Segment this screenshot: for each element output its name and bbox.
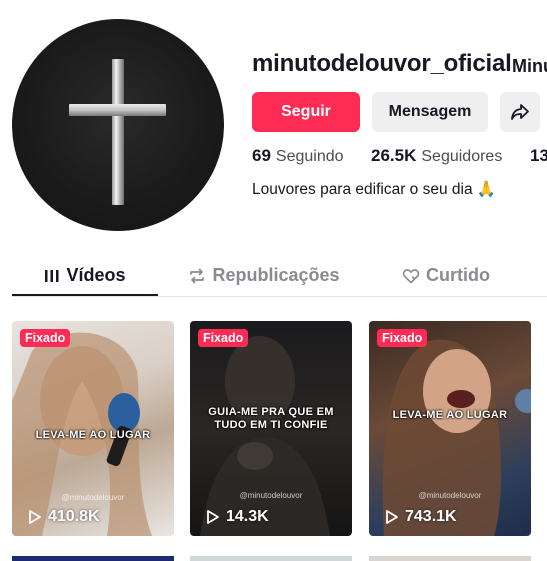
share-button[interactable] — [500, 92, 540, 132]
view-count: 14.3K — [226, 508, 269, 525]
message-button[interactable]: Mensagem — [372, 92, 488, 132]
video-card[interactable]: Fixado GUIA-ME PRA QUE EM TUDO EM TI CON… — [190, 321, 352, 536]
play-icon — [386, 510, 398, 524]
video-watermark: @minutodelouvor — [418, 491, 482, 500]
profile-avatar[interactable] — [12, 19, 224, 231]
profile-tabs: Vídeos Republicações Curtido — [12, 256, 547, 297]
video-card-partial[interactable] — [12, 556, 174, 561]
video-views: 743.1K — [385, 508, 457, 526]
profile-bio: Louvores para edificar o seu dia 🙏 — [252, 181, 497, 198]
profile-nickname: Minu — [512, 56, 547, 76]
video-card[interactable]: Fixado LEVA-ME AO LUGAR @minutodelouvor … — [369, 321, 531, 536]
tab-label: Curtido — [426, 265, 490, 285]
video-views: 14.3K — [206, 508, 269, 526]
video-card-partial[interactable] — [190, 556, 352, 561]
profile-username: minutodelouvor_oficial — [252, 50, 512, 77]
tab-liked[interactable]: Curtido — [401, 256, 491, 295]
followers-stat[interactable]: 26.5K Seguidores — [371, 146, 502, 166]
following-label: Seguindo — [275, 148, 344, 165]
tab-videos[interactable]: Vídeos — [12, 256, 158, 295]
tab-label: Republicações — [212, 265, 340, 285]
cross-icon — [69, 59, 166, 205]
video-views: 410.8K — [28, 508, 100, 526]
followers-count: 26.5K — [371, 146, 417, 165]
tab-reposts[interactable]: Republicações — [188, 256, 340, 295]
likes-count: 13 — [530, 146, 547, 165]
grid-icon — [45, 269, 59, 282]
following-count: 69 — [252, 146, 271, 165]
followers-label: Seguidores — [421, 148, 503, 165]
video-watermark: @minutodelouvor — [61, 493, 125, 502]
active-tab-indicator — [12, 294, 158, 296]
play-icon — [207, 510, 219, 524]
pinned-badge: Fixado — [377, 329, 428, 347]
repost-icon — [190, 268, 205, 283]
video-watermark: @minutodelouvor — [239, 491, 303, 500]
view-count: 410.8K — [48, 508, 100, 525]
view-count: 743.1K — [405, 508, 457, 525]
pinned-badge: Fixado — [20, 329, 71, 347]
video-card-partial[interactable] — [369, 556, 531, 561]
video-thumbnail — [382, 339, 531, 536]
video-caption: LEVA-ME AO LUGAR — [35, 429, 151, 441]
video-card[interactable]: Fixado LEVA-ME AO LUGAR @minutodelouvor … — [12, 321, 174, 536]
share-icon — [511, 104, 529, 120]
tab-label: Vídeos — [66, 265, 126, 285]
play-icon — [29, 510, 41, 524]
video-caption: LEVA-ME AO LUGAR — [392, 409, 508, 421]
follow-button[interactable]: Seguir — [252, 92, 360, 132]
following-stat[interactable]: 69 Seguindo — [252, 146, 344, 166]
pinned-badge: Fixado — [198, 329, 249, 347]
likes-stat: 13 — [530, 146, 547, 166]
heart-icon — [402, 268, 420, 283]
video-caption: GUIA-ME PRA QUE EM TUDO EM TI CONFIE — [208, 406, 334, 431]
